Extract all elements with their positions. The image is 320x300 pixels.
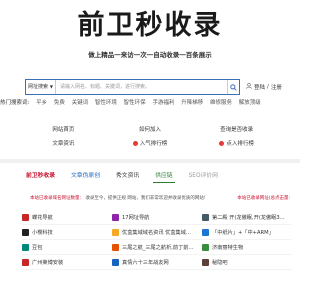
site-name: 豆包 — [32, 244, 43, 251]
site-favicon-icon — [112, 213, 119, 221]
site-link[interactable]: 小樱科技 — [22, 228, 112, 236]
tab-supply-chain[interactable]: 供应链 — [153, 169, 175, 183]
quick-link-join[interactable]: 如何加入 — [107, 125, 194, 133]
site-favicon-icon — [202, 228, 209, 236]
site-name: 蝶花导航 — [32, 214, 53, 221]
site-link[interactable]: 秘隐吧 — [202, 258, 292, 266]
quick-links: 网站首页 如何加入 查询是否收录 文章资讯 入气排行榜 点入排行榜 — [20, 122, 280, 152]
site-favicon-icon — [22, 258, 29, 266]
hot-term[interactable]: 智性环保 — [124, 100, 146, 106]
tab-article-rewrite[interactable]: 文章伪原创 — [69, 169, 102, 183]
quick-link-label: 点入排行榜 — [226, 141, 254, 147]
fire-icon — [219, 140, 225, 146]
site-favicon-icon — [112, 243, 119, 251]
site-name: 「中纸片」+「中+ARM」 — [212, 229, 274, 236]
fire-icon — [132, 140, 138, 146]
site-favicon-icon — [22, 213, 29, 221]
login-separator: / — [267, 84, 269, 90]
login-links: 登陆 / 注册 — [246, 83, 282, 91]
quick-link-label: 入气排行榜 — [139, 141, 168, 147]
chevron-down-icon: ▼ — [49, 84, 53, 89]
site-favicon-icon — [112, 258, 119, 266]
notice-bar: 本站已收录域名网址数量： 收录至今，提供正规 网站，我们非常欢迎并收录优质的网站… — [0, 194, 300, 204]
site-header: 前卫秒收录 做上精品一来访一次一自动收录一百条展示 — [0, 0, 300, 80]
hot-term[interactable]: 手游福利 — [152, 100, 174, 106]
hot-term[interactable]: 升降梯移 — [181, 100, 203, 106]
search-type-label: 网址搜索 — [28, 84, 49, 90]
search-type-select[interactable]: 网址搜索 ▼ — [26, 80, 56, 94]
site-link[interactable]: 第二殿 开(龙傲眠,开(龙傲眠3... — [202, 213, 292, 221]
site-favicon-icon — [202, 258, 209, 266]
grid-row: 豆包 三尾之航_三尾之航析,前丁前... 济南丽特生物 — [22, 240, 292, 255]
grid-row: 小樱科技 优盒集域域名资讯 优盒集域... 「中纸片」+「中+ARM」 — [22, 225, 292, 240]
hot-term[interactable]: 智性环境 — [95, 100, 117, 106]
site-link[interactable]: 优盒集域域名资讯 优盒集域... — [112, 228, 202, 236]
grid-row: 蝶花导航 17网址导航 第二殿 开(龙傲眠,开(龙傲眠3... — [22, 210, 292, 225]
site-logo[interactable]: 前卫秒收录 — [0, 6, 300, 46]
site-name: 三尾之航_三尾之航析,前丁前... — [122, 244, 194, 251]
notice-clicks-text: 本站已收录网址(总点击量: — [237, 196, 290, 201]
site-link[interactable]: 17网址导航 — [112, 213, 202, 221]
quick-link-label: 文章资讯 — [52, 141, 75, 147]
site-link[interactable]: 豆包 — [22, 243, 112, 251]
quick-link-label: 查询是否收录 — [220, 127, 254, 133]
hot-term[interactable]: 平乡 — [36, 100, 47, 106]
hot-search-row: 热门搜索词: 平乡 免费 关键词 智性环境 智性环保 手游福利 升降梯移 维修服… — [0, 98, 300, 108]
search-box: 网址搜索 ▼ — [25, 79, 240, 95]
site-link[interactable]: 三尾之航_三尾之航析,前丁前... — [112, 243, 202, 251]
search-button[interactable] — [227, 80, 239, 94]
grid-row: 广州莱博安装 真情六十三年战友网 秘隐吧 — [22, 255, 292, 270]
quick-link-label: 如何加入 — [139, 127, 162, 133]
register-link[interactable]: 注册 — [271, 83, 282, 91]
hot-term[interactable]: 免费 — [54, 100, 65, 106]
search-input[interactable] — [56, 80, 227, 94]
search-row: 网址搜索 ▼ 登陆 / 注册 — [25, 79, 300, 95]
search-icon — [230, 83, 237, 91]
site-favicon-icon — [22, 243, 29, 251]
site-link[interactable]: 「中纸片」+「中+ARM」 — [202, 228, 292, 236]
tab-xiuwen[interactable]: 秀文资讯 — [114, 169, 141, 183]
site-name: 第二殿 开(龙傲眠,开(龙傲眠3... — [212, 214, 285, 221]
site-name: 广州莱博安装 — [32, 259, 64, 266]
user-icon — [246, 83, 252, 91]
hot-search-label: 热门搜索词: — [0, 100, 30, 106]
quick-link-label: 网站首页 — [52, 127, 75, 133]
site-name: 真情六十三年战友网 — [122, 259, 169, 266]
site-name: 秘隐吧 — [212, 259, 228, 266]
site-favicon-icon — [202, 243, 209, 251]
site-link[interactable]: 蝶花导航 — [22, 213, 112, 221]
site-favicon-icon — [22, 228, 29, 236]
hot-term[interactable]: 解放顶级 — [239, 100, 261, 106]
site-name: 小樱科技 — [32, 229, 53, 236]
site-grid: 蝶花导航 17网址导航 第二殿 开(龙傲眠,开(龙傲眠3... 小樱科技 优盒集… — [22, 210, 292, 270]
quick-link-click-rank[interactable]: 点入排行榜 — [193, 139, 280, 147]
quick-link-home[interactable]: 网站首页 — [20, 125, 107, 133]
site-link[interactable]: 广州莱博安装 — [22, 258, 112, 266]
site-favicon-icon — [112, 228, 119, 236]
notice-welcome-text: 收录至今，提供正规 网站，我们非常欢迎并收录优质的网站! — [85, 196, 206, 201]
site-slogan: 做上精品一来访一次一自动收录一百条展示 — [88, 51, 212, 59]
quick-link-popularity-rank[interactable]: 入气排行榜 — [107, 139, 194, 147]
section-divider — [0, 159, 300, 163]
hot-term[interactable]: 维修服务 — [210, 100, 232, 106]
category-tabs: 前卫秒收录 文章伪原创 秀文资讯 供应链 SEO评价网 — [0, 168, 300, 184]
tab-seo-review[interactable]: SEO评价网 — [187, 169, 220, 183]
quick-link-check[interactable]: 查询是否收录 — [193, 125, 280, 133]
login-link[interactable]: 登陆 — [254, 83, 265, 91]
site-favicon-icon — [202, 213, 209, 221]
site-name: 济南丽特生物 — [212, 244, 244, 251]
site-name: 优盒集域域名资讯 优盒集域... — [122, 229, 191, 236]
quick-link-articles[interactable]: 文章资讯 — [20, 139, 107, 147]
hot-term[interactable]: 关键词 — [72, 100, 89, 106]
site-name: 17网址导航 — [122, 214, 150, 221]
site-link[interactable]: 真情六十三年战友网 — [112, 258, 202, 266]
notice-count-text: 本站已收录域名网址数量： — [30, 196, 84, 201]
tab-qianwei[interactable]: 前卫秒收录 — [24, 169, 57, 183]
site-link[interactable]: 济南丽特生物 — [202, 243, 292, 251]
